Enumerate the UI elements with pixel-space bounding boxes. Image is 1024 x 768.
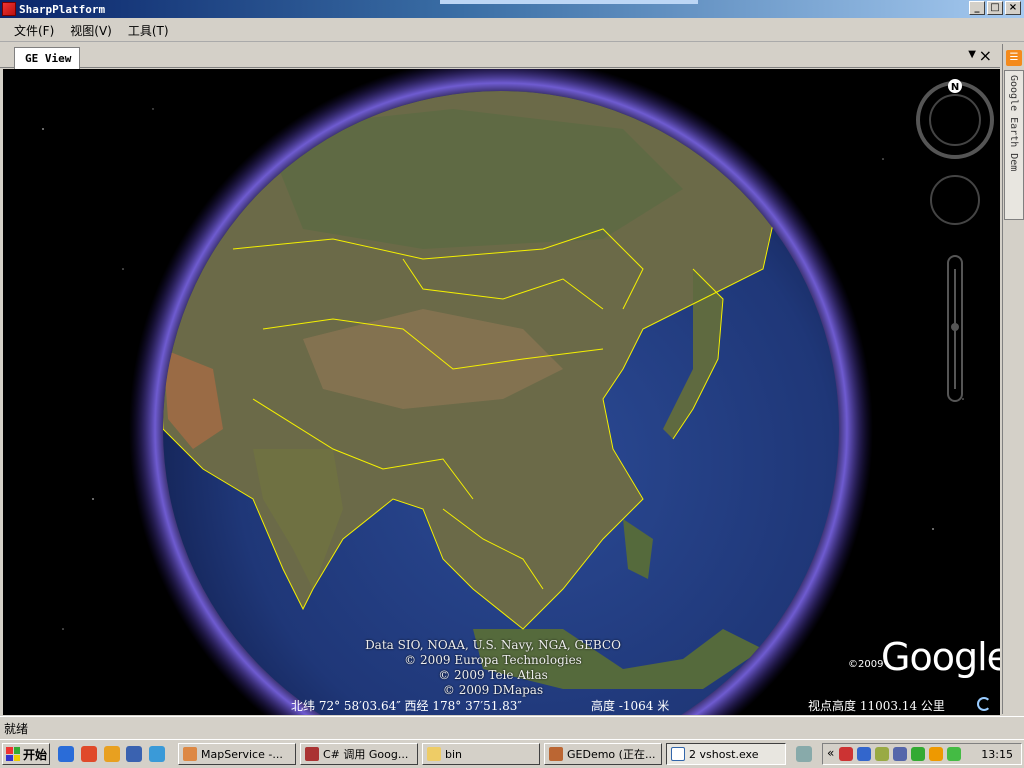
tray-icon-2[interactable] (857, 747, 871, 761)
media-icon[interactable] (126, 746, 142, 762)
browser-icon[interactable] (149, 746, 165, 762)
clock[interactable]: 13:15 (981, 748, 1013, 761)
side-tab-google-earth-demo[interactable]: Google Earth Dem (1004, 70, 1024, 220)
menu-view[interactable]: 视图(V) (62, 20, 120, 41)
minimize-button[interactable]: _ (969, 1, 985, 15)
taskbar: 开始 MapService -... C# 调用 Goog... bin GED… (0, 739, 1024, 768)
side-panel-strip: ☰ Google Earth Dem (1002, 44, 1024, 714)
attribution-tele-atlas: © 2009 Tele Atlas (438, 668, 548, 682)
maximize-button[interactable]: □ (987, 1, 1003, 15)
attribution-data: Data SIO, NOAA, U.S. Navy, NGA, GEBCO (365, 638, 621, 652)
move-joystick[interactable] (930, 175, 980, 225)
tab-ge-view[interactable]: GE View (14, 47, 80, 69)
folder-icon (427, 747, 441, 761)
navigation-controls[interactable]: N (916, 79, 994, 402)
zoom-thumb[interactable] (951, 323, 959, 331)
network-icon[interactable] (796, 746, 812, 762)
window-controls: _ □ × (969, 1, 1021, 15)
tray-icon-5[interactable] (911, 747, 925, 761)
task-csharp[interactable]: C# 调用 Goog... (300, 743, 418, 765)
earth-viewport[interactable]: N Data SIO, NOAA, U.S. Navy, NGA, GEBCO … (3, 69, 1000, 715)
tray-icon-7[interactable] (947, 747, 961, 761)
task-vshost[interactable]: 2 vshost.exe (666, 743, 786, 765)
task-bin-folder[interactable]: bin (422, 743, 540, 765)
windows-flag-icon (6, 747, 20, 761)
eye-altitude: 视点高度 11003.14 公里 (808, 699, 945, 713)
side-tab-label: Google Earth Dem (1008, 75, 1019, 172)
attribution-europa: © 2009 Europa Technologies (404, 653, 582, 667)
loading-spinner-icon (977, 697, 991, 711)
app-launcher-icon[interactable] (81, 746, 97, 762)
status-text: 就绪 (4, 722, 29, 736)
start-label: 开始 (23, 747, 48, 762)
tray-icon-3[interactable] (875, 747, 889, 761)
look-joystick[interactable] (929, 94, 981, 146)
task-label: bin (445, 747, 463, 761)
task-mapservice[interactable]: MapService -... (178, 743, 296, 765)
mapservice-icon (183, 747, 197, 761)
window-icon (671, 747, 685, 761)
csharp-icon (305, 747, 319, 761)
pointer-elevation: 高度 -1064 米 (591, 699, 670, 713)
compass-north-label: N (951, 82, 959, 93)
task-label: C# 调用 Goog... (323, 748, 409, 761)
rss-icon[interactable]: ☰ (1006, 50, 1022, 66)
task-label: 2 vshost.exe (689, 747, 759, 761)
title-decoration (440, 0, 698, 4)
system-tray: « 13:15 (822, 743, 1022, 765)
tray-expand-icon[interactable]: « (827, 746, 834, 760)
globe-canvas[interactable]: N (3, 69, 1000, 715)
google-logo: Google (881, 635, 1000, 679)
title-bar: SharpPlatform _ □ × (0, 0, 1024, 18)
gedemo-icon (549, 747, 563, 761)
menu-file[interactable]: 文件(F) (6, 20, 62, 41)
app-icon (2, 2, 16, 16)
ie-icon[interactable] (58, 746, 74, 762)
document-tabstrip: GE View ▼ × (0, 44, 1000, 69)
menu-bar: 文件(F) 视图(V) 工具(T) (0, 19, 1024, 42)
tray-icon-1[interactable] (839, 747, 853, 761)
close-button[interactable]: × (1005, 1, 1021, 15)
start-button[interactable]: 开始 (2, 743, 50, 765)
task-label: GEDemo (正在... (567, 748, 656, 761)
logo-year: ©2009 (848, 659, 884, 670)
attribution-dmapas: © 2009 DMapas (442, 683, 544, 697)
status-bar: 就绪 (0, 716, 1024, 738)
tray-icon-4[interactable] (893, 747, 907, 761)
tray-icon-6[interactable] (929, 747, 943, 761)
task-label: MapService -... (201, 747, 283, 761)
pointer-coordinates: 北纬 72° 58′03.64″ 西经 178° 37′51.83″ (291, 699, 522, 713)
tab-close-icon[interactable]: × (979, 46, 992, 65)
window-title: SharpPlatform (19, 2, 106, 16)
tab-dropdown-icon[interactable]: ▼ (968, 49, 976, 60)
messenger-icon[interactable] (104, 746, 120, 762)
task-gedemo[interactable]: GEDemo (正在... (544, 743, 662, 765)
menu-tools[interactable]: 工具(T) (120, 20, 177, 41)
